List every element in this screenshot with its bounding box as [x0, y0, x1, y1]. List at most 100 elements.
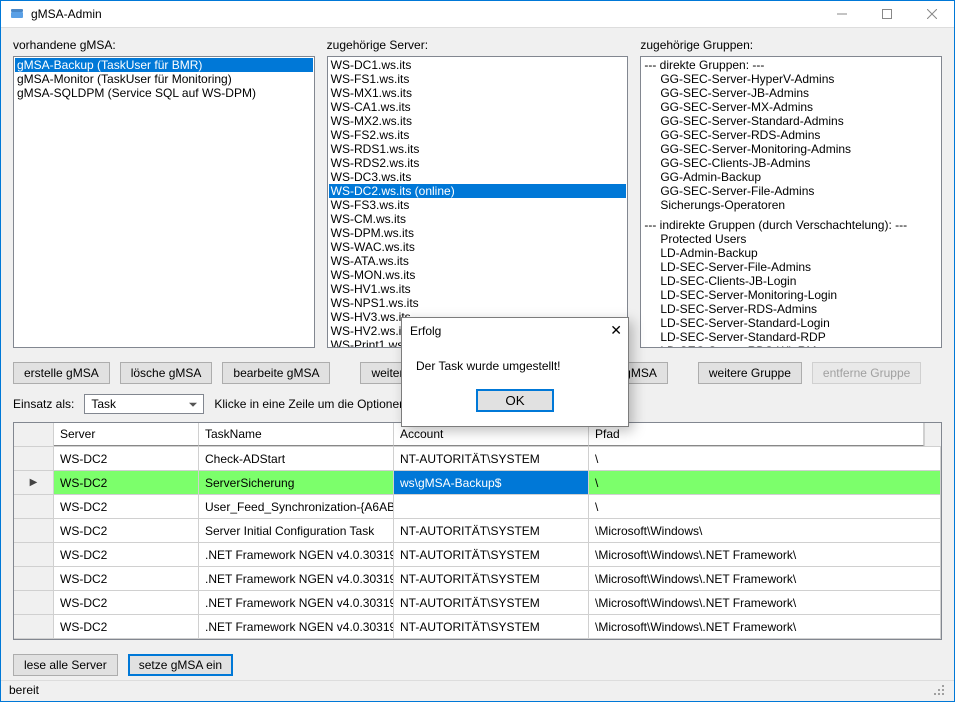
- cell-pfad[interactable]: \: [589, 471, 941, 494]
- list-item[interactable]: WS-CM.ws.its: [329, 212, 627, 226]
- delete-gmsa-button[interactable]: lösche gMSA: [120, 362, 213, 384]
- list-item[interactable]: WS-MON.ws.its: [329, 268, 627, 282]
- cell-server[interactable]: WS-DC2: [54, 543, 199, 566]
- table-row[interactable]: ▶WS-DC2ServerSicherungws\gMSA-Backup$\: [14, 471, 941, 495]
- list-item[interactable]: WS-FS1.ws.its: [329, 72, 627, 86]
- list-item[interactable]: WS-FS3.ws.its: [329, 198, 627, 212]
- cell-server[interactable]: WS-DC2: [54, 519, 199, 542]
- list-item[interactable]: LD-SEC-Server-Monitoring-Login: [642, 288, 940, 302]
- cell-server[interactable]: WS-DC2: [54, 495, 199, 518]
- minimize-button[interactable]: [819, 1, 864, 27]
- list-item[interactable]: gMSA-Backup (TaskUser für BMR): [15, 58, 313, 72]
- list-item[interactable]: gMSA-Monitor (TaskUser für Monitoring): [15, 72, 313, 86]
- add-group-button[interactable]: weitere Gruppe: [698, 362, 802, 384]
- row-header[interactable]: [14, 543, 54, 566]
- list-item[interactable]: GG-SEC-Server-RDS-Admins: [642, 128, 940, 142]
- row-header[interactable]: [14, 615, 54, 638]
- list-item[interactable]: LD-SEC-Server-RDS-WinRM: [642, 344, 940, 348]
- table-row[interactable]: WS-DC2.NET Framework NGEN v4.0.30319NT-A…: [14, 543, 941, 567]
- cell-server[interactable]: WS-DC2: [54, 471, 199, 494]
- list-item[interactable]: GG-SEC-Server-Monitoring-Admins: [642, 142, 940, 156]
- set-gmsa-button[interactable]: setze gMSA ein: [128, 654, 233, 676]
- dialog-close-icon[interactable]: ✕: [610, 322, 622, 339]
- list-item[interactable]: LD-SEC-Clients-JB-Login: [642, 274, 940, 288]
- row-header[interactable]: [14, 495, 54, 518]
- list-item[interactable]: WS-DC2.ws.its (online): [329, 184, 627, 198]
- group-listbox[interactable]: --- direkte Gruppen: ---GG-SEC-Server-Hy…: [640, 56, 942, 348]
- row-header[interactable]: [14, 519, 54, 542]
- col-task[interactable]: TaskName: [199, 423, 394, 446]
- resize-grip-icon[interactable]: [934, 685, 946, 697]
- list-item[interactable]: WS-NPS1.ws.its: [329, 296, 627, 310]
- einsatz-combo[interactable]: Task: [84, 394, 204, 414]
- list-item[interactable]: WS-ATA.ws.its: [329, 254, 627, 268]
- list-item[interactable]: WS-DC3.ws.its: [329, 170, 627, 184]
- list-item[interactable]: WS-MX2.ws.its: [329, 114, 627, 128]
- close-button[interactable]: [909, 1, 954, 27]
- list-item[interactable]: WS-MX1.ws.its: [329, 86, 627, 100]
- list-item[interactable]: WS-DPM.ws.its: [329, 226, 627, 240]
- list-item[interactable]: GG-SEC-Server-JB-Admins: [642, 86, 940, 100]
- cell-task[interactable]: ServerSicherung: [199, 471, 394, 494]
- list-item[interactable]: gMSA-SQLDPM (Service SQL auf WS-DPM): [15, 86, 313, 100]
- create-gmsa-button[interactable]: erstelle gMSA: [13, 362, 110, 384]
- col-pfad[interactable]: Pfad: [589, 423, 924, 446]
- server-listbox[interactable]: WS-DC1.ws.itsWS-FS1.ws.itsWS-MX1.ws.itsW…: [327, 56, 629, 348]
- list-item[interactable]: LD-SEC-Server-File-Admins: [642, 260, 940, 274]
- list-item[interactable]: WS-DC1.ws.its: [329, 58, 627, 72]
- dialog-ok-button[interactable]: OK: [476, 389, 554, 412]
- cell-server[interactable]: WS-DC2: [54, 447, 199, 470]
- cell-account[interactable]: NT-AUTORITÄT\SYSTEM: [394, 591, 589, 614]
- cell-account[interactable]: NT-AUTORITÄT\SYSTEM: [394, 567, 589, 590]
- list-item[interactable]: LD-Admin-Backup: [642, 246, 940, 260]
- row-header[interactable]: [14, 591, 54, 614]
- list-item[interactable]: GG-SEC-Server-File-Admins: [642, 184, 940, 198]
- list-item[interactable]: LD-SEC-Server-Standard-RDP: [642, 330, 940, 344]
- list-item[interactable]: WS-HV1.ws.its: [329, 282, 627, 296]
- cell-pfad[interactable]: \Microsoft\Windows\.NET Framework\: [589, 615, 941, 638]
- list-item[interactable]: GG-SEC-Server-HyperV-Admins: [642, 72, 940, 86]
- list-item[interactable]: WS-FS2.ws.its: [329, 128, 627, 142]
- maximize-button[interactable]: [864, 1, 909, 27]
- list-item[interactable]: GG-SEC-Server-Standard-Admins: [642, 114, 940, 128]
- cell-account[interactable]: ws\gMSA-Backup$: [394, 471, 589, 494]
- table-row[interactable]: WS-DC2Server Initial Configuration TaskN…: [14, 519, 941, 543]
- row-header[interactable]: [14, 447, 54, 470]
- cell-pfad[interactable]: \Microsoft\Windows\: [589, 519, 941, 542]
- list-item[interactable]: Protected Users: [642, 232, 940, 246]
- list-item[interactable]: WS-CA1.ws.its: [329, 100, 627, 114]
- cell-pfad[interactable]: \Microsoft\Windows\.NET Framework\: [589, 543, 941, 566]
- row-header[interactable]: ▶: [14, 471, 54, 494]
- gmsa-listbox[interactable]: gMSA-Backup (TaskUser für BMR)gMSA-Monit…: [13, 56, 315, 348]
- edit-gmsa-button[interactable]: bearbeite gMSA: [222, 362, 330, 384]
- cell-task[interactable]: User_Feed_Synchronization-{A6AB57...: [199, 495, 394, 518]
- cell-task[interactable]: .NET Framework NGEN v4.0.30319 C...: [199, 615, 394, 638]
- list-item[interactable]: LD-SEC-Server-Standard-Login: [642, 316, 940, 330]
- table-row[interactable]: WS-DC2.NET Framework NGEN v4.0.30319 64N…: [14, 567, 941, 591]
- cell-pfad[interactable]: \: [589, 447, 941, 470]
- cell-account[interactable]: [394, 495, 589, 518]
- list-section-header[interactable]: --- direkte Gruppen: ---: [642, 58, 940, 72]
- list-item[interactable]: WS-RDS1.ws.its: [329, 142, 627, 156]
- cell-task[interactable]: Server Initial Configuration Task: [199, 519, 394, 542]
- cell-account[interactable]: NT-AUTORITÄT\SYSTEM: [394, 447, 589, 470]
- cell-account[interactable]: NT-AUTORITÄT\SYSTEM: [394, 543, 589, 566]
- list-item[interactable]: GG-SEC-Clients-JB-Admins: [642, 156, 940, 170]
- cell-task[interactable]: Check-ADStart: [199, 447, 394, 470]
- table-row[interactable]: WS-DC2.NET Framework NGEN v4.0.30319 C..…: [14, 615, 941, 639]
- list-item[interactable]: GG-SEC-Server-MX-Admins: [642, 100, 940, 114]
- list-item[interactable]: LD-SEC-Server-RDS-Admins: [642, 302, 940, 316]
- cell-server[interactable]: WS-DC2: [54, 615, 199, 638]
- list-item[interactable]: Sicherungs-Operatoren: [642, 198, 940, 212]
- list-item[interactable]: GG-Admin-Backup: [642, 170, 940, 184]
- cell-server[interactable]: WS-DC2: [54, 591, 199, 614]
- cell-pfad[interactable]: \Microsoft\Windows\.NET Framework\: [589, 567, 941, 590]
- list-item[interactable]: WS-RDS2.ws.its: [329, 156, 627, 170]
- cell-task[interactable]: .NET Framework NGEN v4.0.30319 64: [199, 567, 394, 590]
- task-grid[interactable]: Server TaskName Account Pfad WS-DC2Check…: [13, 422, 942, 640]
- cell-task[interactable]: .NET Framework NGEN v4.0.30319: [199, 543, 394, 566]
- list-section-header[interactable]: --- indirekte Gruppen (durch Verschachte…: [642, 218, 940, 232]
- col-server[interactable]: Server: [54, 423, 199, 446]
- table-row[interactable]: WS-DC2User_Feed_Synchronization-{A6AB57.…: [14, 495, 941, 519]
- cell-account[interactable]: NT-AUTORITÄT\SYSTEM: [394, 615, 589, 638]
